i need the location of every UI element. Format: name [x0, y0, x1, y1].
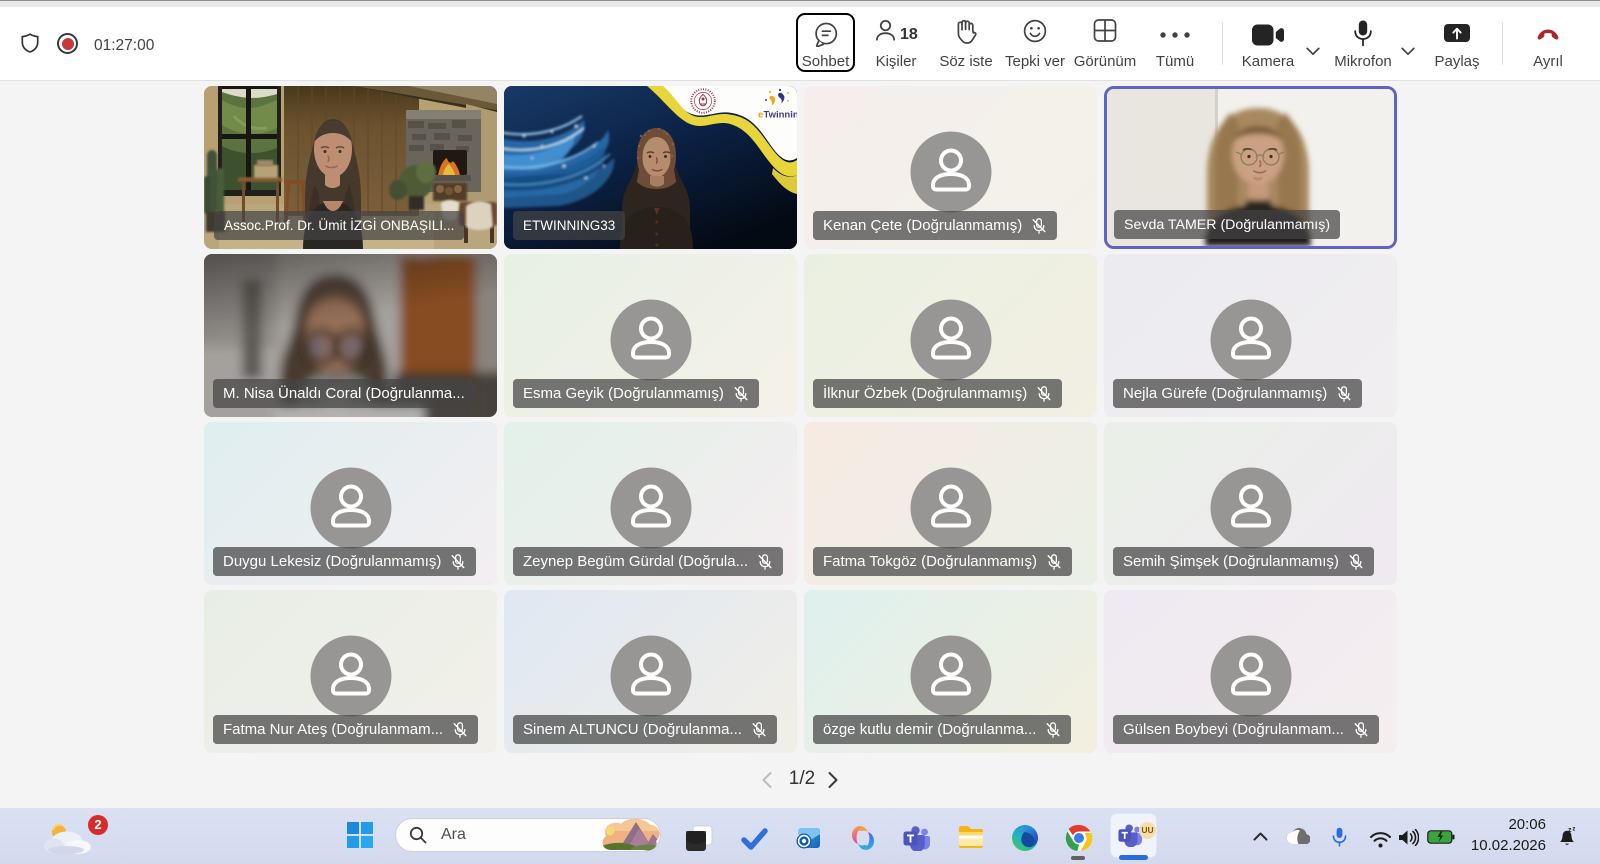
svg-text:Twinning: Twinning — [764, 110, 798, 121]
svg-text:e: e — [758, 110, 763, 121]
svg-text:z: z — [1568, 827, 1572, 834]
svg-text:z: z — [1572, 826, 1575, 832]
